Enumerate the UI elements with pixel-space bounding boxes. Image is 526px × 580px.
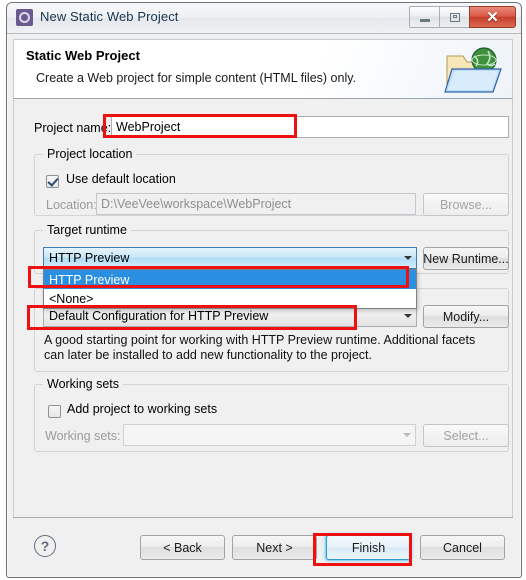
working-sets-group-title: Working sets [43,377,124,391]
dropdown-item-none[interactable]: <None> [44,289,416,308]
dialog-footer: ? < Back Next > Finish Cancel [13,518,513,576]
help-icon[interactable]: ? [34,535,56,557]
window-left-edge [0,0,5,580]
location-label: Location: [46,198,97,212]
browse-button[interactable]: Browse... [423,193,509,216]
finish-button[interactable]: Finish [326,535,411,560]
configuration-description: A good starting point for working with H… [44,333,476,362]
working-sets-label: Working sets: [45,429,121,443]
target-runtime-combo[interactable]: HTTP Preview [43,247,417,269]
target-runtime-selected-value: HTTP Preview [49,251,130,265]
project-location-group-title: Project location [43,147,137,161]
location-input[interactable]: D:\VeeVee\workspace\WebProject [96,193,416,215]
minimize-button[interactable] [409,6,440,28]
dialog-body: Project name: WebProject Project locatio… [13,99,513,517]
maximize-button[interactable] [439,6,470,28]
working-sets-combo[interactable] [123,424,416,446]
target-runtime-dropdown-list[interactable]: HTTP Preview <None> [43,269,417,309]
modify-button[interactable]: Modify... [423,305,509,328]
use-default-location-label: Use default location [66,172,176,186]
chevron-down-icon [399,306,416,326]
title-bar: New Static Web Project ✕ [7,3,521,34]
back-button[interactable]: < Back [140,535,225,560]
dropdown-item-http-preview[interactable]: HTTP Preview [44,270,416,289]
window-title: New Static Web Project [40,9,179,24]
chevron-down-icon [398,425,415,445]
new-runtime-button[interactable]: New Runtime... [423,247,509,270]
project-name-label: Project name: [34,121,112,135]
folder-globe-icon [444,47,502,93]
select-working-sets-button[interactable]: Select... [423,424,509,447]
project-name-input[interactable]: WebProject [111,116,509,138]
close-icon: ✕ [486,8,499,26]
project-gear-icon [16,9,33,26]
use-default-location-checkbox[interactable] [46,175,59,188]
cancel-button[interactable]: Cancel [420,535,505,560]
caption-buttons: ✕ [409,6,516,28]
close-button[interactable]: ✕ [469,6,516,28]
screenshot-root: New Static Web Project ✕ Static Web Proj… [0,0,526,580]
wizard-banner: Static Web Project Create a Web project … [13,39,513,99]
dialog-window: New Static Web Project ✕ Static Web Proj… [6,2,522,578]
page-title: Static Web Project [26,48,140,63]
page-description: Create a Web project for simple content … [36,71,357,85]
next-button[interactable]: Next > [232,535,317,560]
minimize-icon [419,18,430,22]
maximize-icon [449,12,460,22]
add-to-working-sets-label: Add project to working sets [67,402,218,416]
add-to-working-sets-checkbox[interactable] [48,405,61,418]
target-runtime-group-title: Target runtime [43,223,131,237]
chevron-down-icon [399,248,416,268]
configuration-selected-value: Default Configuration for HTTP Preview [49,309,269,323]
